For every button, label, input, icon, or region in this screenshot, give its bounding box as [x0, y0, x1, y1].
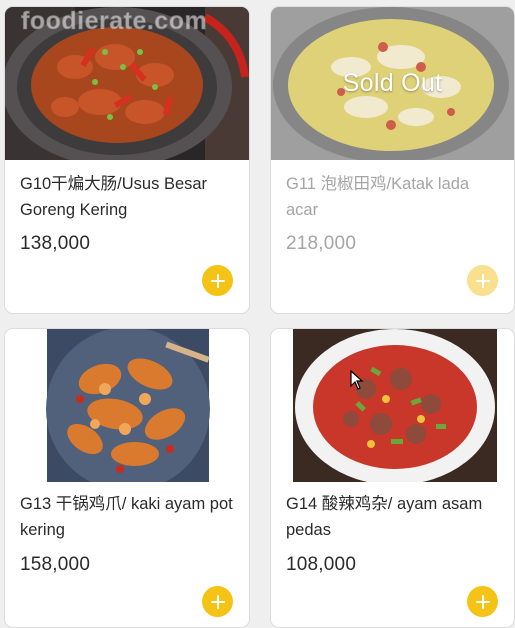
food-image[interactable] — [5, 329, 249, 482]
menu-item-card[interactable]: foodierate.com G10干煸大肠/Usus Besar Goreng… — [4, 6, 250, 314]
food-image[interactable] — [271, 329, 514, 482]
add-to-cart-button[interactable] — [467, 586, 498, 617]
plus-icon — [475, 273, 490, 288]
item-price: 108,000 — [286, 554, 357, 575]
plus-icon — [210, 594, 225, 609]
item-title: G10干煸大肠/Usus Besar Goreng Kering — [20, 175, 208, 219]
menu-item-card[interactable]: G13 干锅鸡爪/ kaki ayam pot kering 158,000 — [4, 328, 250, 628]
menu-item-card[interactable]: G14 酸辣鸡杂/ ayam asam pedas 108,000 — [270, 328, 515, 628]
add-to-cart-button[interactable] — [202, 265, 233, 296]
mouse-pointer-icon — [350, 370, 364, 390]
food-image: Sold Out — [271, 7, 514, 160]
add-to-cart-button[interactable] — [202, 586, 233, 617]
plus-icon — [210, 273, 225, 288]
food-image[interactable]: foodierate.com — [5, 7, 249, 160]
add-to-cart-button — [467, 265, 498, 296]
item-title: G14 酸辣鸡杂/ ayam asam pedas — [286, 495, 483, 539]
item-price: 138,000 — [20, 233, 91, 254]
plus-icon — [475, 594, 490, 609]
item-price: 158,000 — [20, 554, 91, 575]
watermark-text: foodierate.com — [20, 7, 208, 36]
item-title: G11 泡椒田鸡/Katak lada acar — [286, 175, 470, 219]
item-title: G13 干锅鸡爪/ kaki ayam pot kering — [20, 495, 233, 539]
item-price: 218,000 — [286, 233, 357, 254]
sold-out-label: Sold Out — [342, 69, 443, 97]
menu-item-card[interactable]: Sold Out G11 泡椒田鸡/Katak lada acar 218,00… — [270, 6, 515, 314]
